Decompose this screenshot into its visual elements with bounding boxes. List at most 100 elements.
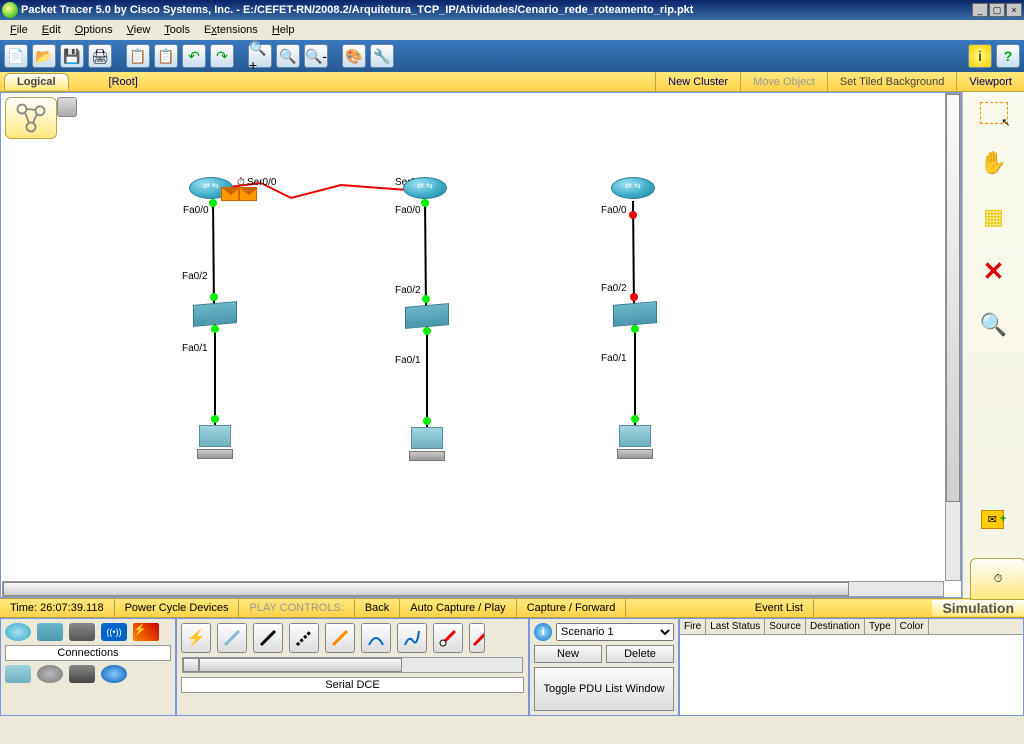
auto-cable-icon[interactable]: ⚡ [181, 623, 211, 653]
pdu-header-type[interactable]: Type [865, 619, 896, 634]
hubs-category-icon[interactable] [69, 623, 95, 641]
workspace-canvas[interactable]: ⇄ ⇆ ⏱ Ser0/0 Fa0/0 Fa0/2 Fa0/1 Ser0/0 ⇄ … [0, 92, 962, 598]
simulation-mode-label[interactable]: Simulation [932, 600, 1024, 616]
pc-1[interactable] [195, 425, 235, 461]
window-title: Packet Tracer 5.0 by Cisco Systems, Inc.… [21, 4, 972, 16]
menu-help[interactable]: Help [266, 22, 301, 38]
custom-device-icon[interactable]: 🔧 [370, 44, 394, 68]
router-3[interactable]: ⇄ ⇆ [611, 177, 655, 199]
logical-topology-icon[interactable] [5, 97, 57, 139]
link-status-dot [211, 325, 219, 333]
pdu-header-fire[interactable]: Fire [680, 619, 706, 634]
viewport-button[interactable]: Viewport [956, 72, 1024, 91]
menu-file[interactable]: File [4, 22, 34, 38]
zoom-out-icon[interactable]: 🔍- [304, 44, 328, 68]
save-icon[interactable]: 💾 [60, 44, 84, 68]
minimize-button[interactable]: _ [972, 3, 988, 17]
console-cable-icon[interactable] [217, 623, 247, 653]
scenario-select[interactable]: Scenario 1 [556, 623, 674, 641]
undo-icon[interactable]: ↶ [182, 44, 206, 68]
open-file-icon[interactable]: 📂 [32, 44, 56, 68]
zoom-in-icon[interactable]: 🔍+ [248, 44, 272, 68]
note-tool-icon[interactable]: ▦ [976, 202, 1012, 232]
switches-category-icon[interactable] [37, 623, 63, 641]
set-background-button[interactable]: Set Tiled Background [827, 72, 957, 91]
simulation-mode-icon[interactable]: ⏱ [970, 558, 1024, 600]
pc-3[interactable] [615, 425, 655, 461]
menu-options[interactable]: Options [69, 22, 119, 38]
phone-cable-icon[interactable] [361, 623, 391, 653]
pdu-envelope-2[interactable] [239, 187, 257, 201]
port-label-fa00-3: Fa0/0 [601, 205, 627, 216]
info-icon[interactable]: i [534, 623, 552, 641]
help-icon[interactable]: ? [996, 44, 1020, 68]
redo-icon[interactable]: ↷ [210, 44, 234, 68]
palette-icon[interactable]: 🎨 [342, 44, 366, 68]
connections-category-icon[interactable]: ⚡ [133, 623, 159, 641]
pdu-header-last-status[interactable]: Last Status [706, 619, 765, 634]
new-file-icon[interactable]: 📄 [4, 44, 28, 68]
toggle-pdu-list-button[interactable]: Toggle PDU List Window [534, 667, 674, 711]
select-tool-icon[interactable]: ↖ [980, 102, 1008, 124]
router-2[interactable]: ⇄ ⇆ [403, 177, 447, 199]
back-button[interactable]: Back [355, 599, 400, 617]
connection-type-label: Serial DCE [181, 677, 524, 693]
horizontal-scrollbar[interactable] [2, 581, 944, 597]
coaxial-cable-icon[interactable] [397, 623, 427, 653]
port-label-fa00-2: Fa0/0 [395, 205, 421, 216]
routers-category-icon[interactable] [5, 623, 31, 641]
event-list-button[interactable]: Event List [745, 599, 814, 617]
close-button[interactable]: × [1006, 3, 1022, 17]
power-cycle-button[interactable]: Power Cycle Devices [115, 599, 240, 617]
zoom-reset-icon[interactable]: 🔍 [276, 44, 300, 68]
new-scenario-button[interactable]: New [534, 645, 602, 663]
pc-2[interactable] [407, 427, 447, 463]
time-display: Time: 26:07:39.118 [0, 599, 115, 617]
port-label-fa00-1: Fa0/0 [183, 205, 209, 216]
copy-icon[interactable]: 📋 [126, 44, 150, 68]
maximize-button[interactable]: ▢ [989, 3, 1005, 17]
wan-emulation-icon[interactable] [37, 665, 63, 683]
physical-view-icon[interactable] [57, 97, 77, 117]
pdu-header-destination[interactable]: Destination [806, 619, 865, 634]
menu-edit[interactable]: Edit [36, 22, 67, 38]
connection-scrollbar[interactable] [182, 657, 523, 673]
delete-scenario-button[interactable]: Delete [606, 645, 674, 663]
nav-hierarchy-icon [1, 93, 81, 143]
delete-tool-icon[interactable]: ✕ [976, 256, 1012, 286]
new-cluster-button[interactable]: New Cluster [655, 72, 740, 91]
menu-view[interactable]: View [121, 22, 157, 38]
logical-tab[interactable]: Logical [4, 73, 69, 90]
serial-dte-cable-icon[interactable] [469, 623, 485, 653]
link-status-dot [631, 325, 639, 333]
switch-3[interactable] [613, 303, 657, 325]
fiber-cable-icon[interactable] [325, 623, 355, 653]
switch-1[interactable] [193, 303, 237, 325]
root-breadcrumb[interactable]: [Root] [109, 76, 138, 88]
menu-extensions[interactable]: Extensions [198, 22, 264, 38]
info-icon[interactable]: i [968, 44, 992, 68]
serial-dce-cable-icon[interactable] [433, 623, 463, 653]
pdu-header-source[interactable]: Source [765, 619, 806, 634]
hand-tool-icon[interactable]: ✋ [976, 148, 1012, 178]
add-simple-pdu-icon[interactable]: ✉+ [976, 504, 1012, 534]
end-devices-icon[interactable] [5, 665, 31, 683]
link-status-dot-down [629, 211, 637, 219]
wireless-category-icon[interactable]: ((•)) [101, 623, 127, 641]
simulation-control-bar: Time: 26:07:39.118 Power Cycle Devices P… [0, 598, 1024, 618]
print-icon[interactable]: 🖨 [88, 44, 112, 68]
capture-forward-button[interactable]: Capture / Forward [517, 599, 627, 617]
vertical-scrollbar[interactable] [945, 93, 961, 581]
pdu-envelope-1[interactable] [221, 187, 239, 201]
switch-2[interactable] [405, 305, 449, 327]
crossover-cable-icon[interactable] [289, 623, 319, 653]
multiuser-icon[interactable] [101, 665, 127, 683]
straight-cable-icon[interactable] [253, 623, 283, 653]
menu-tools[interactable]: Tools [158, 22, 196, 38]
paste-icon[interactable]: 📋 [154, 44, 178, 68]
pdu-header-color[interactable]: Color [896, 619, 929, 634]
custom-devices-icon[interactable] [69, 665, 95, 683]
inspect-tool-icon[interactable]: 🔍 [976, 310, 1012, 340]
port-label-fa02-3: Fa0/2 [601, 283, 627, 294]
auto-capture-button[interactable]: Auto Capture / Play [400, 599, 516, 617]
